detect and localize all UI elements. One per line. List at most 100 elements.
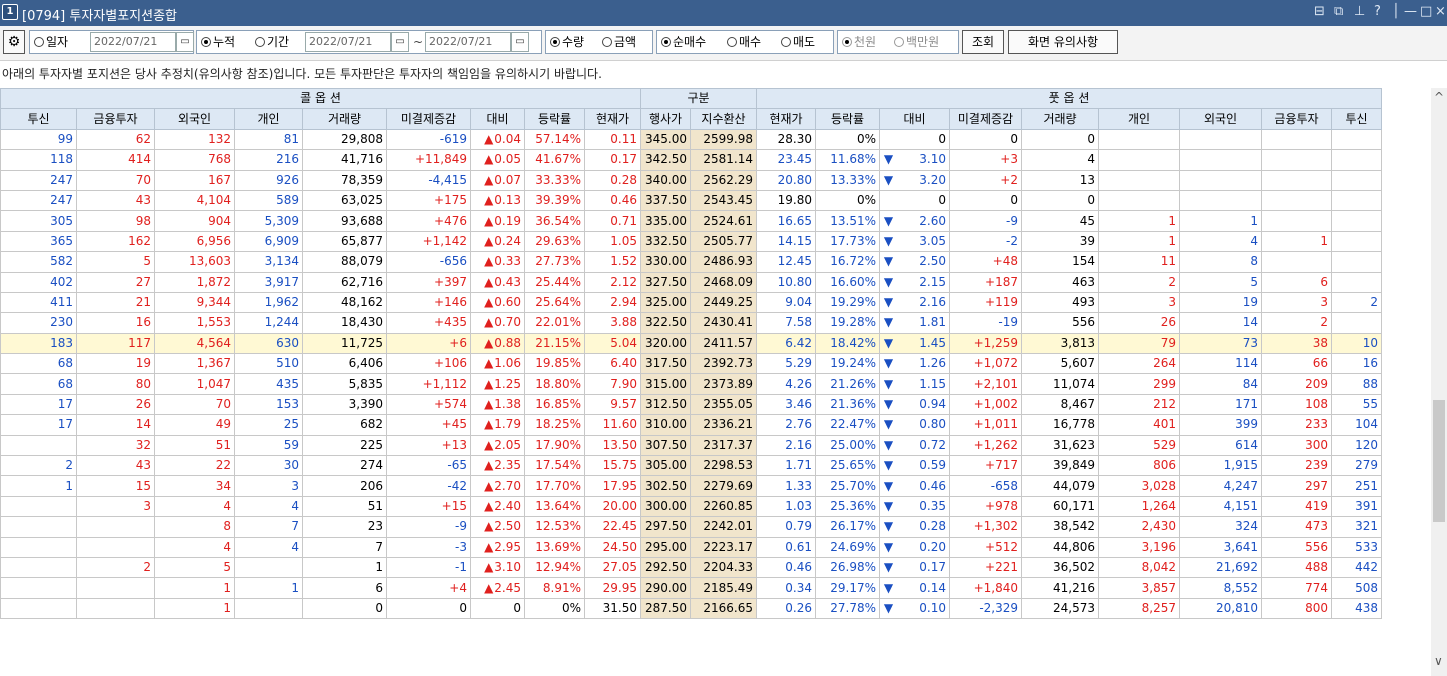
cell-call-price: 9.57 bbox=[584, 393, 641, 416]
col-header-strike[interactable]: 행사가 bbox=[640, 108, 691, 130]
table-row[interactable]: 17 26 70 153 3,390 +574 ▲ 1.38 16.85% 9.57 312.50 2… bbox=[0, 393, 1382, 416]
cell-call-rate: 21.15% bbox=[524, 332, 585, 355]
table-row[interactable]: 582 5 13,603 3,134 88,079 -656 ▲ 0.33 27.73% 1.52… bbox=[0, 251, 1382, 273]
col-header-put-individual[interactable]: 개인 bbox=[1098, 108, 1180, 130]
col-header-call-change[interactable]: 대비 bbox=[470, 108, 525, 130]
col-header-call-rate[interactable]: 등락률 bbox=[524, 108, 585, 130]
up-arrow-icon: ▲ bbox=[484, 458, 494, 473]
col-header-put-price[interactable]: 현재가 bbox=[756, 108, 816, 130]
radio-million[interactable]: 백만원 bbox=[894, 31, 939, 53]
col-header-put-volume[interactable]: 거래량 bbox=[1021, 108, 1099, 130]
col-header-call-fin-invest[interactable]: 금융투자 bbox=[76, 108, 155, 130]
call-change-value: 3.10 bbox=[494, 560, 521, 575]
cell-call-foreign: 4,564 bbox=[154, 332, 235, 355]
table-row[interactable]: 1 15 34 3 206 -42 ▲ 2.70 17.70% 17.95 302.50 2279.6… bbox=[0, 475, 1382, 497]
cell-call-individual: 926 bbox=[234, 169, 303, 191]
minimize-icon[interactable]: — bbox=[1404, 4, 1417, 19]
table-row[interactable]: 402 27 1,872 3,917 62,716 +397 ▲ 0.43 25.44% 2.12… bbox=[0, 271, 1382, 293]
table-row[interactable]: 68 19 1,367 510 6,406 +106 ▲ 1.06 19.85% 6.40 317.… bbox=[0, 353, 1382, 375]
cell-put-oi-change: 0 bbox=[949, 128, 1022, 151]
cell-call-oi-change: +397 bbox=[386, 271, 471, 293]
cell-call-price: 0.17 bbox=[584, 149, 641, 171]
calendar-icon[interactable]: ▭ bbox=[176, 32, 194, 52]
table-row[interactable]: 3 4 4 51 +15 ▲ 2.40 13.64% 20.00 300.00 2260.85 1.0… bbox=[0, 495, 1382, 518]
col-header-call-foreign[interactable]: 외국인 bbox=[154, 108, 235, 130]
cell-call-inv-trust: 582 bbox=[0, 251, 77, 273]
table-row[interactable]: 68 80 1,047 435 5,835 +1,112 ▲ 1.25 18.80% 7.90 31… bbox=[0, 373, 1382, 395]
table-row[interactable]: 17 14 49 25 682 +45 ▲ 1.79 18.25% 11.60 310.00 2336… bbox=[0, 414, 1382, 436]
cell-call-fin-invest: 32 bbox=[76, 434, 155, 457]
table-row[interactable]: 305 98 904 5,309 93,688 +476 ▲ 0.19 36.54% 0.71 33… bbox=[0, 210, 1382, 232]
call-change-value: 0.13 bbox=[494, 193, 521, 208]
table-row[interactable]: 247 70 167 926 78,359 -4,415 ▲ 0.07 33.33% 0.28 34… bbox=[0, 169, 1382, 191]
table-row[interactable]: 8 7 23 -9 ▲ 2.50 12.53% 22.45 297.50 2242.01 0.79 2… bbox=[0, 516, 1382, 538]
cell-call-change: ▲ 0.07 bbox=[470, 169, 525, 191]
cell-index-conv: 2355.05 bbox=[690, 393, 757, 416]
date-single-input[interactable]: 2022/07/21 bbox=[90, 32, 176, 52]
radio-won[interactable]: 천원 bbox=[842, 31, 876, 53]
minimize-all-icon[interactable]: ⊟ bbox=[1314, 4, 1325, 19]
vertical-scrollbar[interactable]: ^ ∨ bbox=[1431, 88, 1447, 676]
notice-button[interactable]: 화면 유의사항 bbox=[1008, 30, 1118, 54]
col-header-index-conv[interactable]: 지수환산 bbox=[690, 108, 757, 130]
maximize-icon[interactable]: □ bbox=[1420, 4, 1432, 19]
radio-period[interactable]: 기간 bbox=[255, 31, 289, 53]
cell-index-conv: 2430.41 bbox=[690, 312, 757, 334]
calendar-from-icon[interactable]: ▭ bbox=[391, 32, 409, 52]
radio-netbuy[interactable]: 순매수 bbox=[661, 31, 706, 53]
col-header-call-oi-change[interactable]: 미결제증감 bbox=[386, 108, 471, 130]
table-row[interactable]: 2 43 22 30 274 -65 ▲ 2.35 17.54% 15.75 305.00 2298.… bbox=[0, 455, 1382, 477]
scroll-thumb[interactable] bbox=[1433, 400, 1445, 522]
table-row[interactable]: 99 62 132 81 29,808 -619 ▲ 0.04 57.14% 0.11 345.00… bbox=[0, 128, 1382, 151]
radio-buy[interactable]: 매수 bbox=[727, 31, 761, 53]
col-header-call-individual[interactable]: 개인 bbox=[234, 108, 303, 130]
cell-call-rate: 13.64% bbox=[524, 495, 585, 518]
col-header-call-inv-trust[interactable]: 투신 bbox=[0, 108, 77, 130]
call-change-value: 2.95 bbox=[494, 539, 521, 554]
col-header-call-volume[interactable]: 거래량 bbox=[302, 108, 387, 130]
table-row[interactable]: 1 1 6 +4 ▲ 2.45 8.91% 29.95 290.00 2185.49 0.34 29.… bbox=[0, 577, 1382, 599]
col-header-put-oi-change[interactable]: 미결제증감 bbox=[949, 108, 1022, 130]
table-row[interactable]: 2 5 1 -1 ▲ 3.10 12.94% 27.05 292.50 2204.33 0.46 26… bbox=[0, 556, 1382, 579]
scroll-up-icon[interactable]: ^ bbox=[1434, 90, 1444, 104]
calendar-to-icon[interactable]: ▭ bbox=[511, 32, 529, 52]
table-row[interactable]: 32 51 59 225 +13 ▲ 2.05 17.90% 13.50 307.50 2317.3… bbox=[0, 434, 1382, 457]
col-header-put-fin-invest[interactable]: 금융투자 bbox=[1261, 108, 1332, 130]
up-arrow-icon: ▲ bbox=[484, 274, 494, 289]
col-header-put-inv-trust[interactable]: 투신 bbox=[1331, 108, 1382, 130]
table-row[interactable]: 230 16 1,553 1,244 18,430 +435 ▲ 0.70 22.01% 3.88… bbox=[0, 312, 1382, 334]
query-button[interactable]: 조회 bbox=[962, 30, 1004, 54]
put-change-value: 0.59 bbox=[919, 458, 946, 473]
up-arrow-icon: ▲ bbox=[484, 397, 494, 412]
date-from-input[interactable]: 2022/07/21 bbox=[305, 32, 391, 52]
restore-icon[interactable]: ⧉ bbox=[1334, 4, 1343, 19]
pin-icon[interactable]: ⊥ bbox=[1354, 4, 1365, 19]
table-row[interactable]: 118 414 768 216 41,716 +11,849 ▲ 0.05 41.67% 0.17… bbox=[0, 149, 1382, 171]
cell-call-inv-trust: 183 bbox=[0, 332, 77, 355]
table-row[interactable]: 1 0 0 0 0% 31.50 287.50 2166.65 0.26 27.78% ▼ 0.10-… bbox=[0, 597, 1382, 620]
scroll-down-icon[interactable]: ∨ bbox=[1434, 654, 1443, 668]
table-row[interactable]: 411 21 9,344 1,962 48,162 +146 ▲ 0.60 25.64% 2.94… bbox=[0, 291, 1382, 314]
table-row[interactable]: 183 117 4,564 630 11,725 +6 ▲ 0.88 21.15% 5.04 320… bbox=[0, 332, 1382, 355]
radio-sell[interactable]: 매도 bbox=[781, 31, 815, 53]
table-row[interactable]: 247 43 4,104 589 63,025 +175 ▲ 0.13 39.39% 0.46 33… bbox=[0, 189, 1382, 212]
category-header: 구분 bbox=[640, 87, 757, 110]
table-row[interactable]: 4 4 7 -3 ▲ 2.95 13.69% 24.50 295.00 2223.17 0.61 24… bbox=[0, 536, 1382, 558]
col-header-call-price[interactable]: 현재가 bbox=[584, 108, 641, 130]
radio-amount[interactable]: 금액 bbox=[602, 31, 636, 53]
radio-date[interactable]: 일자 bbox=[34, 31, 68, 53]
help-icon[interactable]: ? bbox=[1374, 4, 1381, 19]
close-icon[interactable]: × bbox=[1435, 4, 1446, 19]
cell-call-price: 0.11 bbox=[584, 128, 641, 151]
cell-put-rate: 26.17% bbox=[815, 516, 880, 538]
cell-index-conv: 2242.01 bbox=[690, 516, 757, 538]
gear-icon[interactable]: ⚙ bbox=[3, 30, 25, 54]
cell-put-rate: 13.51% bbox=[815, 210, 880, 232]
radio-cumulative[interactable]: 누적 bbox=[201, 31, 235, 53]
col-header-put-rate[interactable]: 등락률 bbox=[815, 108, 880, 130]
table-row[interactable]: 365 162 6,956 6,909 65,877 +1,142 ▲ 0.24 29.63% 1… bbox=[0, 230, 1382, 253]
col-header-put-change[interactable]: 대비 bbox=[879, 108, 950, 130]
date-to-input[interactable]: 2022/07/21 bbox=[425, 32, 511, 52]
radio-qty[interactable]: 수량 bbox=[550, 31, 584, 53]
col-header-put-foreign[interactable]: 외국인 bbox=[1179, 108, 1262, 130]
